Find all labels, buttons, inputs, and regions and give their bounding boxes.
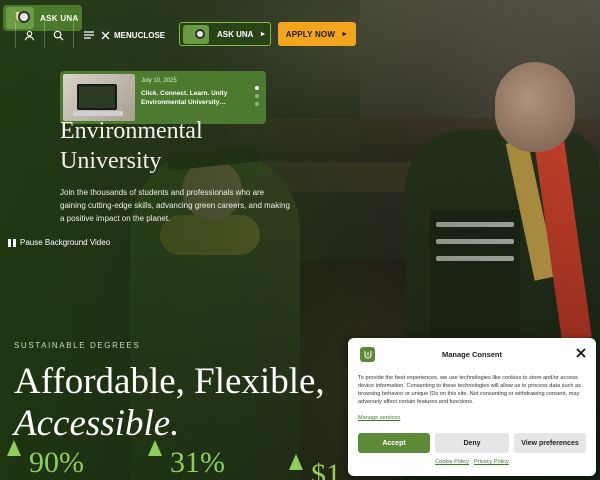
consent-links: Cookie Policy Privacy Policy	[348, 459, 596, 465]
pause-icon	[8, 238, 16, 247]
tree-icon	[148, 440, 162, 456]
privacy-policy-link[interactable]: Privacy Policy	[474, 459, 509, 465]
hero-title-line2: University	[60, 148, 162, 174]
degrees-headline-line1: Affordable, Flexible,	[14, 361, 325, 402]
deny-button[interactable]: Deny	[435, 433, 509, 453]
carousel-dot[interactable]	[255, 102, 259, 106]
hero-title-line1: Environmental	[60, 118, 203, 144]
una-mascot-icon	[183, 24, 209, 44]
user-icon	[24, 30, 35, 40]
consent-title: Manage Consent	[441, 350, 502, 359]
apply-now-label: APPLY NOW	[285, 29, 336, 39]
arrow-right-icon: ►	[259, 30, 267, 38]
stat-value: 31%	[170, 446, 225, 479]
hero-title: Environmental University	[60, 116, 203, 176]
search-icon	[53, 30, 64, 41]
carousel-dot[interactable]	[255, 94, 259, 98]
search-button[interactable]	[44, 22, 72, 48]
stat-value: 90%	[29, 446, 84, 479]
pause-video-button[interactable]: Pause Background Video	[8, 238, 110, 247]
apply-now-button[interactable]: APPLY NOW ►	[278, 22, 356, 46]
ask-una-button[interactable]: ASK UNA ►	[179, 22, 271, 46]
hero-description: Join the thousands of students and profe…	[60, 188, 290, 223]
close-menu-button[interactable]: MENU CLOSE	[101, 24, 165, 46]
tree-icon	[7, 440, 21, 456]
consent-body: To provide the best experiences, we use …	[358, 375, 581, 405]
news-date: July 10, 2025	[141, 78, 177, 84]
carousel-dot[interactable]	[255, 86, 259, 90]
menu-icon	[84, 31, 94, 39]
ask-una-label: ASK UNA	[217, 29, 254, 39]
accept-button[interactable]: Accept	[358, 433, 430, 453]
degrees-headline-line2: Accessible.	[14, 403, 180, 444]
close-icon	[101, 31, 110, 39]
consent-dialog: Manage Consent To provide the best exper…	[348, 338, 596, 476]
news-title: Click. Connect. Learn. Unity Environment…	[141, 90, 228, 106]
account-button[interactable]	[15, 22, 43, 48]
menu-button[interactable]	[84, 24, 98, 46]
menu-label: MENU	[114, 30, 138, 40]
arrow-right-icon: ►	[341, 30, 349, 38]
tree-icon	[289, 454, 303, 470]
header-divider	[73, 22, 83, 48]
close-icon[interactable]	[576, 348, 586, 358]
close-label: CLOSE	[137, 30, 166, 40]
view-preferences-button[interactable]: View preferences	[514, 433, 586, 453]
cookie-policy-link[interactable]: Cookie Policy	[435, 459, 469, 465]
news-thumbnail	[63, 74, 135, 121]
section-kicker: SUSTAINABLE DEGREES	[14, 341, 141, 350]
stat-value: $1	[311, 458, 341, 480]
pause-video-label: Pause Background Video	[20, 238, 111, 247]
carousel-pagination	[255, 86, 259, 106]
manage-services-link[interactable]: Manage services	[358, 415, 400, 421]
